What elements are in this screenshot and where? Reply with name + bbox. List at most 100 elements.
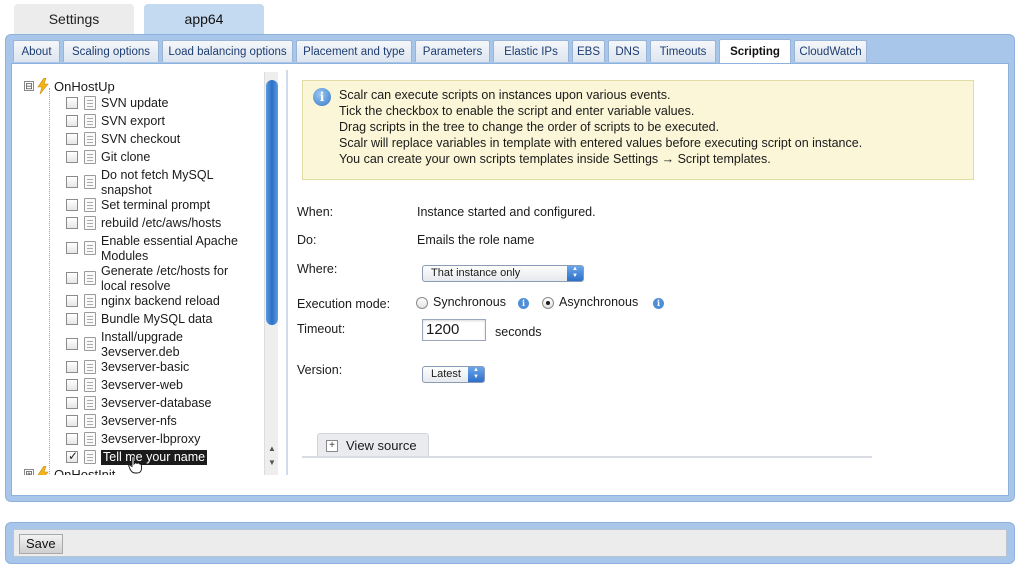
collapse-icon[interactable]: ⊟: [24, 81, 34, 91]
when-label: When:: [297, 205, 334, 219]
tree-item[interactable]: Git clone: [66, 150, 150, 165]
script-checkbox[interactable]: [66, 295, 78, 307]
tab-elastic-ips[interactable]: Elastic IPs: [493, 40, 569, 62]
script-checkbox[interactable]: [66, 97, 78, 109]
version-select[interactable]: Latest ▲ ▼: [422, 366, 485, 383]
script-checkbox[interactable]: [66, 199, 78, 211]
tree-item[interactable]: Install/upgrade 3evserver.deb: [66, 330, 196, 360]
script-file-icon: [84, 414, 96, 428]
script-file-icon: [84, 378, 96, 392]
tree-item[interactable]: SVN export: [66, 114, 165, 129]
tab-scripting[interactable]: Scripting: [719, 39, 791, 63]
tab-timeouts[interactable]: Timeouts: [650, 40, 716, 62]
script-label: 3evserver-lbproxy: [101, 432, 201, 446]
tab-scaling-options[interactable]: Scaling options: [63, 40, 159, 62]
footer-toolbar: Save: [13, 529, 1007, 557]
asynchronous-radio[interactable]: [542, 297, 554, 309]
script-label: Git clone: [101, 150, 151, 164]
script-file-icon: [84, 150, 96, 164]
script-checkbox[interactable]: [66, 433, 78, 445]
script-checkbox[interactable]: [66, 397, 78, 409]
select-arrows-icon: ▲ ▼: [567, 266, 583, 281]
tree-item[interactable]: nginx backend reload: [66, 294, 220, 309]
tree-item[interactable]: Set terminal prompt: [66, 198, 210, 213]
script-checkbox[interactable]: [66, 151, 78, 163]
tree-item[interactable]: 3evserver-web: [66, 378, 183, 393]
script-file-icon: [84, 175, 96, 189]
script-checkbox[interactable]: [66, 133, 78, 145]
timeout-input[interactable]: 1200: [422, 319, 486, 341]
tab-about[interactable]: About: [13, 40, 60, 62]
script-checkbox[interactable]: [66, 217, 78, 229]
script-label: 3evserver-database: [101, 396, 212, 410]
info-line: You can create your own scripts template…: [339, 152, 771, 166]
tree-group-onhostinit[interactable]: ⊞ OnHostInit: [24, 466, 115, 475]
synchronous-radio[interactable]: [416, 297, 428, 309]
script-checkbox[interactable]: [66, 115, 78, 127]
select-arrows-icon: ▲ ▼: [468, 367, 484, 382]
script-checkbox[interactable]: [66, 379, 78, 391]
tree-scrollbar[interactable]: ▲ ▼: [264, 72, 278, 475]
expand-icon[interactable]: ⊞: [24, 469, 34, 475]
info-line: Tick the checkbox to enable the script a…: [339, 104, 695, 118]
tree-item[interactable]: Bundle MySQL data: [66, 312, 212, 327]
asynchronous-label[interactable]: Asynchronous: [559, 295, 638, 309]
tab-cloudwatch[interactable]: CloudWatch: [794, 40, 867, 62]
tab-dns[interactable]: DNS: [608, 40, 647, 62]
asynchronous-help-icon[interactable]: i: [653, 298, 664, 309]
script-file-icon: [84, 396, 96, 410]
script-label: Bundle MySQL data: [101, 312, 213, 326]
script-checkbox[interactable]: [66, 242, 78, 254]
synchronous-help-icon[interactable]: i: [518, 298, 529, 309]
script-checkbox[interactable]: [66, 361, 78, 373]
script-file-icon: [84, 96, 96, 110]
info-line: Scalr will replace variables in template…: [339, 136, 863, 150]
script-checkbox[interactable]: [66, 176, 78, 188]
view-source-divider: [302, 456, 872, 458]
scroll-thumb[interactable]: [266, 80, 278, 325]
tab-placement-and-type[interactable]: Placement and type: [296, 40, 412, 62]
script-label: Install/upgrade 3evserver.deb: [101, 330, 184, 359]
tree-group-onhostup[interactable]: ⊟ OnHostUp: [24, 78, 115, 94]
tree-item[interactable]: SVN update: [66, 96, 168, 111]
tab-parameters[interactable]: Parameters: [415, 40, 490, 62]
tab-load-balancing-options[interactable]: Load balancing options: [162, 40, 293, 62]
do-value: Emails the role name: [417, 233, 535, 247]
scripts-tree: ⊟ OnHostUp SVN update SVN export SVN che…: [24, 70, 274, 475]
tab-settings[interactable]: Settings: [14, 4, 134, 34]
scroll-up-icon[interactable]: ▲: [267, 444, 277, 454]
footer-bar: Save: [5, 522, 1015, 564]
scroll-down-icon[interactable]: ▼: [267, 458, 277, 468]
tab-ebs[interactable]: EBS: [572, 40, 605, 62]
view-source-toggle[interactable]: + View source: [317, 433, 429, 457]
tree-item[interactable]: Generate /etc/hosts for local resolve: [66, 264, 241, 294]
script-label: Enable essential Apache Modules: [101, 234, 238, 263]
when-value: Instance started and configured.: [417, 205, 596, 219]
script-checkbox[interactable]: [66, 272, 78, 284]
save-button[interactable]: Save: [19, 534, 63, 554]
info-line: Drag scripts in the tree to change the o…: [339, 120, 720, 134]
script-file-icon: [84, 114, 96, 128]
tree-item[interactable]: 3evserver-basic: [66, 360, 189, 375]
tree-item[interactable]: Do not fetch MySQL snapshot: [66, 168, 216, 198]
do-label: Do:: [297, 233, 317, 247]
script-file-icon: [84, 241, 96, 255]
tab-app64[interactable]: app64: [144, 4, 264, 34]
script-checkbox-checked[interactable]: [66, 449, 78, 463]
script-label: Set terminal prompt: [101, 198, 211, 212]
tree-item[interactable]: rebuild /etc/aws/hosts: [66, 216, 221, 231]
info-box: i Scalr can execute scripts on instances…: [302, 80, 974, 180]
script-checkbox[interactable]: [66, 415, 78, 427]
tree-item[interactable]: 3evserver-nfs: [66, 414, 177, 429]
script-checkbox[interactable]: [66, 338, 78, 350]
synchronous-label[interactable]: Synchronous: [433, 295, 506, 309]
script-checkbox[interactable]: [66, 313, 78, 325]
script-label: SVN export: [101, 114, 165, 128]
where-select[interactable]: That instance only ▲ ▼: [422, 265, 584, 282]
script-label: Generate /etc/hosts for local resolve: [101, 264, 229, 293]
tree-item[interactable]: Enable essential Apache Modules: [66, 234, 241, 264]
timeout-label: Timeout:: [297, 322, 346, 336]
tree-item[interactable]: 3evserver-database: [66, 396, 211, 411]
tree-item[interactable]: SVN checkout: [66, 132, 180, 147]
tree-item[interactable]: 3evserver-lbproxy: [66, 432, 200, 447]
